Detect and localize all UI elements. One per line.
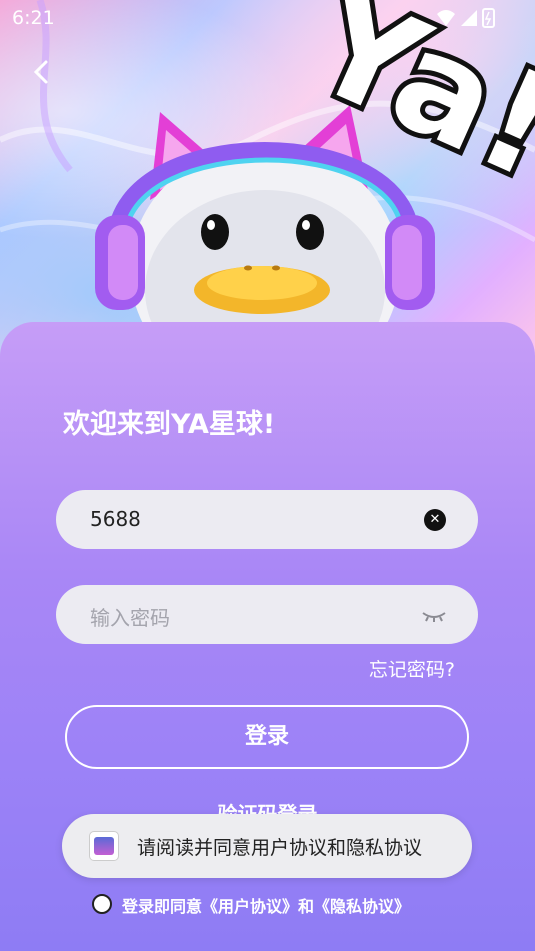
battery-icon (482, 8, 495, 28)
status-icons (437, 8, 495, 28)
app-icon (89, 831, 119, 861)
eye-closed-icon[interactable] (420, 605, 448, 625)
welcome-title: 欢迎来到YA星球! (63, 409, 276, 440)
back-button[interactable] (26, 56, 58, 88)
password-field[interactable]: 输入密码 (56, 585, 478, 644)
agreement-text: 登录即同意《用户协议》和《隐私协议》 (122, 897, 411, 916)
toast-text: 请阅读并同意用户协议和隐私协议 (137, 837, 423, 859)
signal-icon (461, 10, 477, 26)
forgot-password-link[interactable]: 忘记密码? (369, 655, 455, 682)
account-value: 5688 (90, 507, 141, 531)
status-bar: 6:21 (0, 0, 535, 36)
hero-banner: Ya! (0, 0, 535, 370)
chevron-left-icon (33, 60, 48, 84)
account-field[interactable]: 5688 ✕ (56, 490, 478, 549)
status-time: 6:21 (12, 7, 55, 29)
clear-icon[interactable]: ✕ (424, 509, 446, 531)
password-placeholder: 输入密码 (90, 606, 170, 630)
toast-message: 请阅读并同意用户协议和隐私协议 (62, 814, 472, 878)
wifi-icon (437, 10, 455, 26)
login-button[interactable]: 登录 (65, 705, 469, 769)
agreement-checkbox[interactable] (92, 894, 112, 914)
duck-mascot-illustration: Ya! (0, 0, 535, 370)
